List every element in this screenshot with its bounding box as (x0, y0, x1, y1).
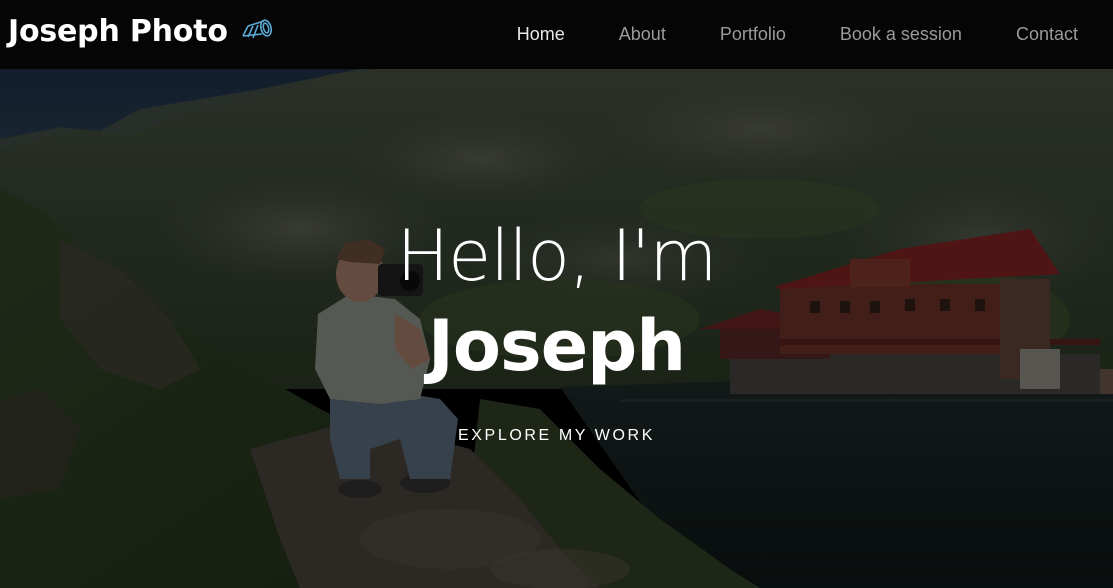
hero-name: Joseph (427, 305, 686, 387)
nav-link-home[interactable]: Home (517, 0, 565, 69)
nav-link-contact[interactable]: Contact (1016, 0, 1078, 69)
nav-link-portfolio[interactable]: Portfolio (720, 0, 786, 69)
camera-lens-icon (242, 19, 272, 39)
nav-link-about[interactable]: About (619, 0, 666, 69)
hero-section: Hello, I'm Joseph EXPLORE MY WORK (0, 69, 1113, 588)
nav-menu: Home About Portfolio Book a session Cont… (463, 0, 1113, 69)
brand-logo[interactable]: Joseph Photo (8, 12, 274, 52)
cta-container: EXPLORE MY WORK (0, 425, 1113, 445)
nav-link-book-a-session[interactable]: Book a session (840, 0, 962, 69)
hero-greeting: Hello, I'm (396, 215, 717, 297)
explore-my-work-link[interactable]: EXPLORE MY WORK (458, 427, 655, 444)
page: Joseph Photo Home About Portfolio Book a… (0, 0, 1113, 588)
navbar: Joseph Photo Home About Portfolio Book a… (0, 0, 1113, 69)
brand-name: Joseph Photo (8, 14, 228, 49)
